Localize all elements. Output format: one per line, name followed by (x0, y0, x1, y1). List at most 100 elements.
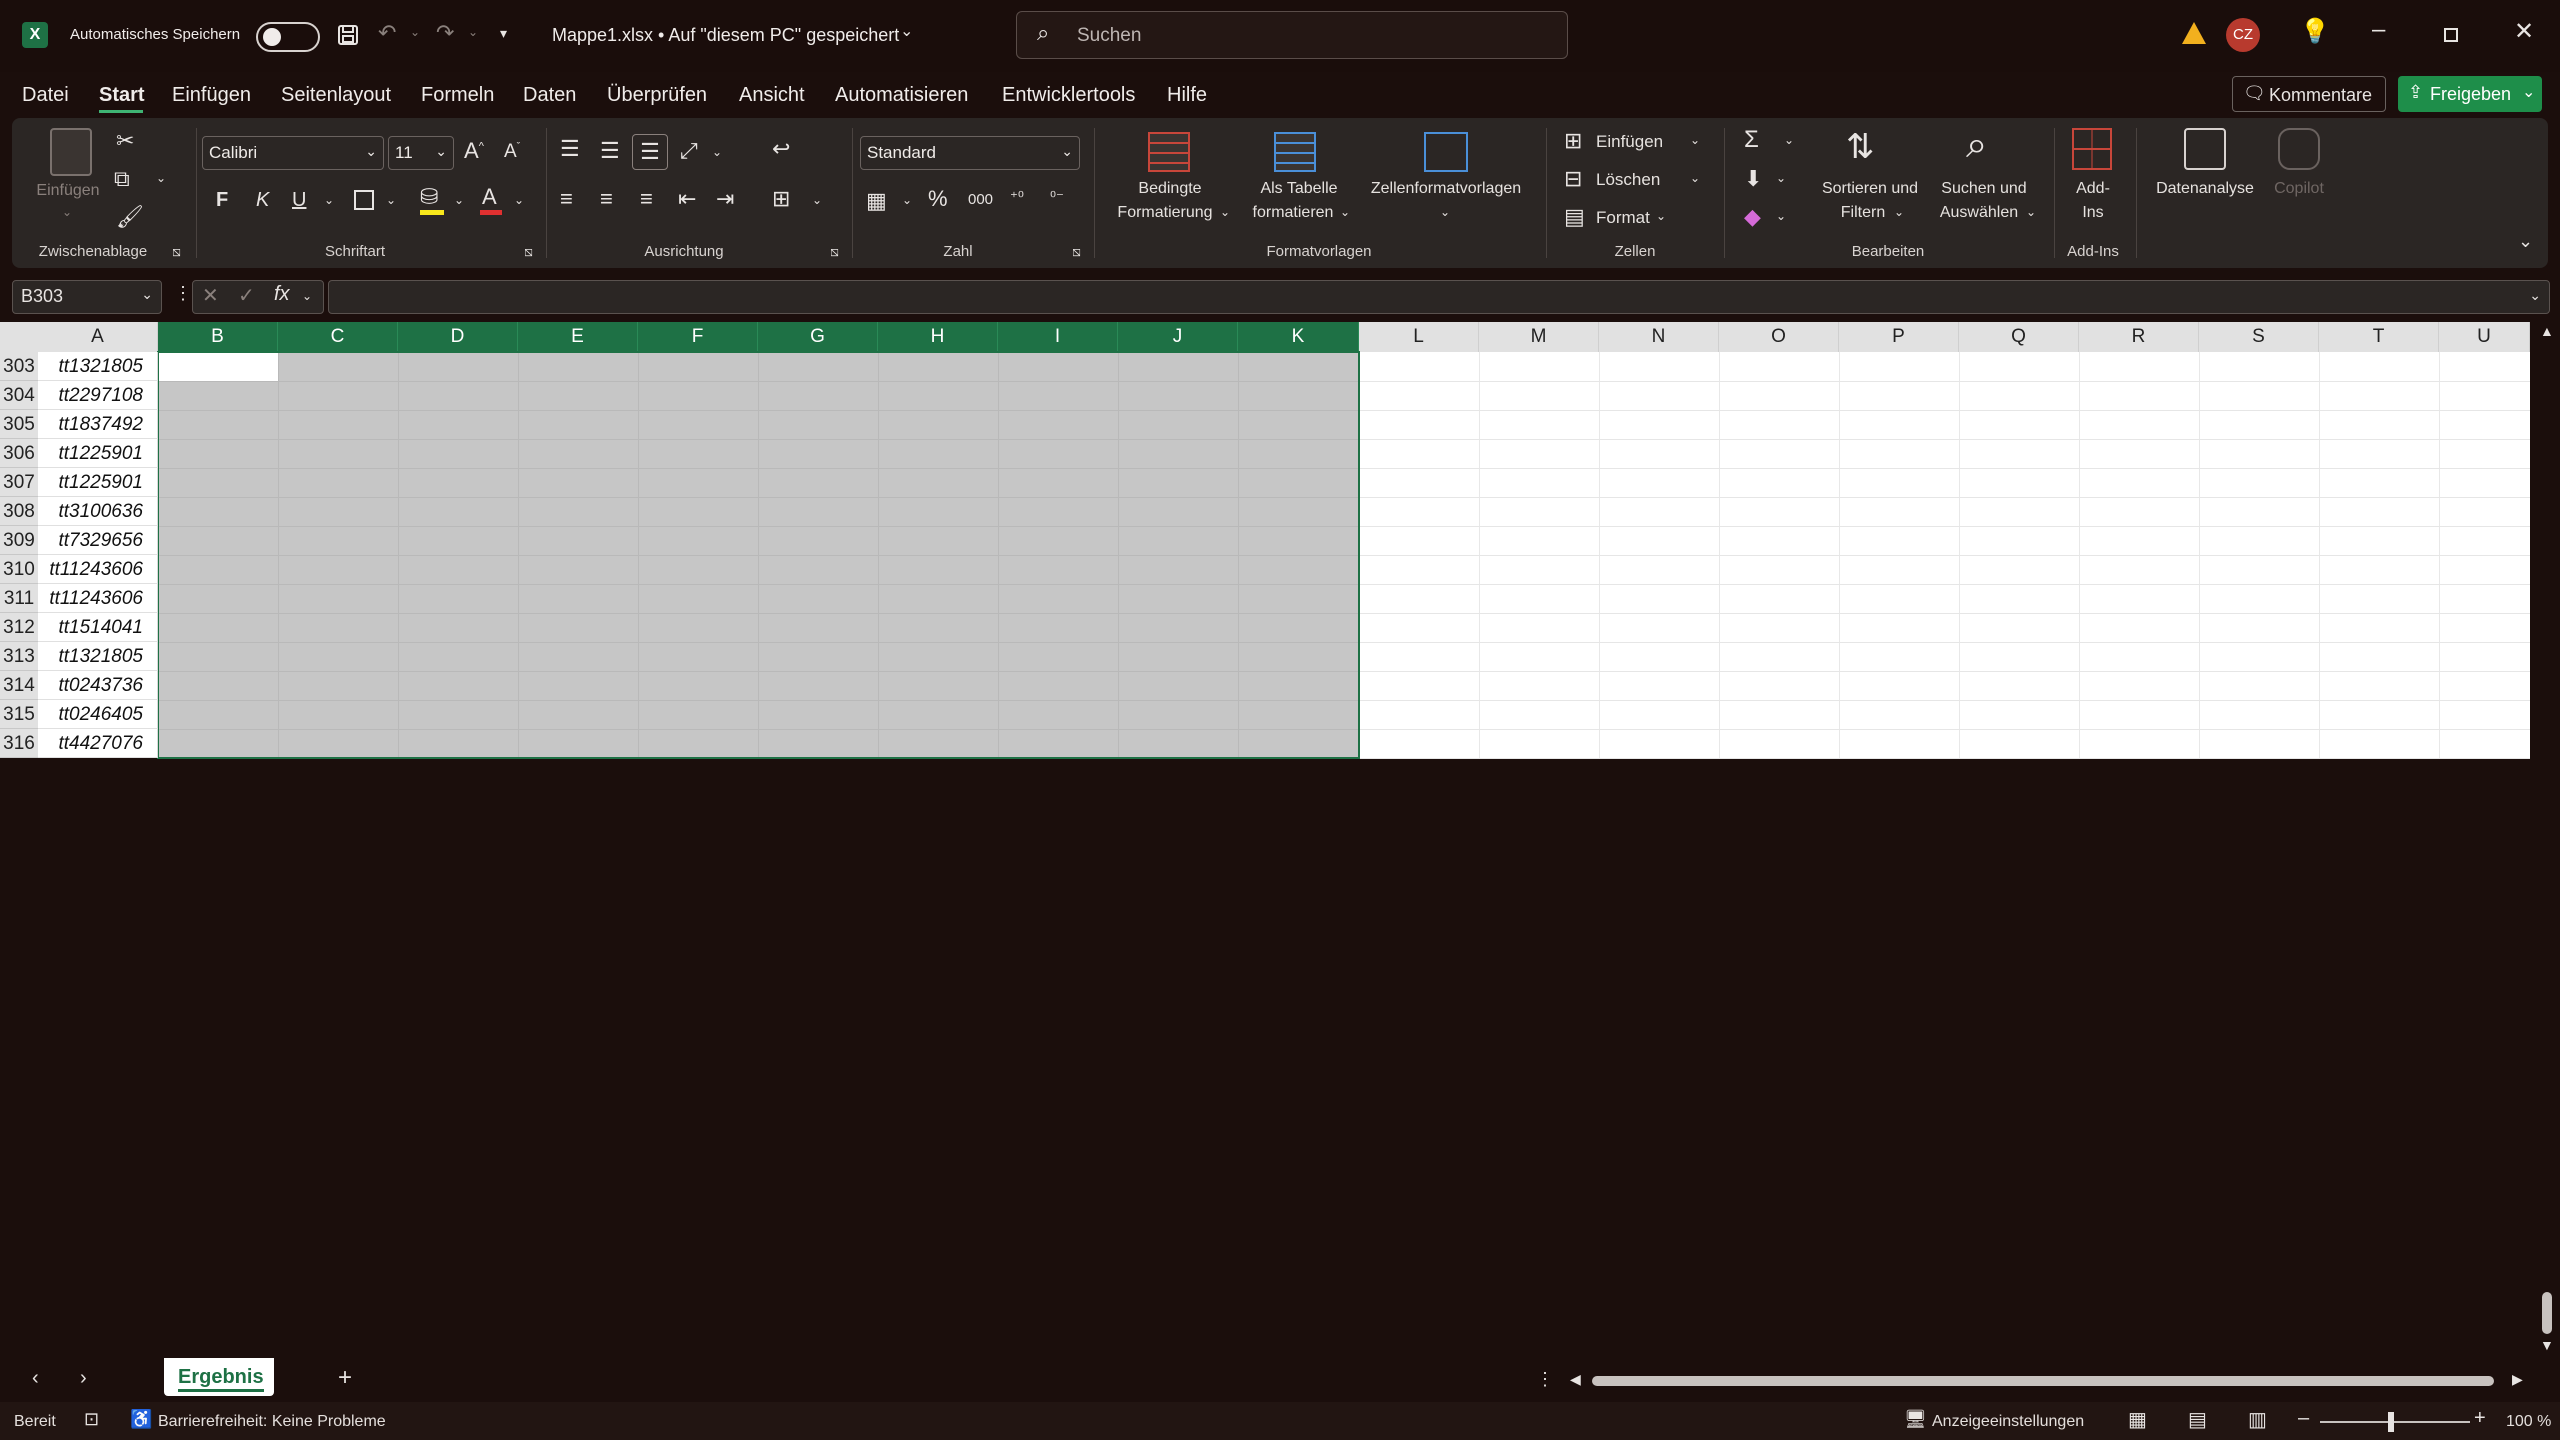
font-color-dropdown-icon[interactable]: ⌄ (514, 194, 524, 206)
scroll-up-icon[interactable]: ▲ (2540, 324, 2554, 338)
conditional-formatting-label-1[interactable]: Bedingte (1100, 180, 1240, 198)
undo-icon[interactable]: ↶ (378, 22, 396, 44)
italic-button[interactable]: K (256, 190, 269, 210)
accessibility-icon[interactable]: ♿ (130, 1410, 152, 1428)
row-header[interactable]: 314 (0, 671, 38, 700)
row-header[interactable]: 311 (0, 584, 38, 613)
addins-label-2[interactable]: Ins (2062, 204, 2124, 222)
restore-icon[interactable] (2444, 28, 2458, 42)
find-select-chevron-icon[interactable]: ⌄ (2026, 206, 2036, 218)
format-as-table-chevron-icon[interactable]: ⌄ (1340, 206, 1350, 218)
column-header-d[interactable]: D (398, 322, 518, 352)
underline-dropdown-icon[interactable]: ⌄ (324, 194, 334, 206)
row-header[interactable]: 303 (0, 352, 38, 381)
clipboard-launcher-icon[interactable]: ⧅ (172, 244, 181, 258)
scroll-right-icon[interactable]: ▶ (2512, 1372, 2523, 1386)
thousands-separator-icon[interactable]: 000 (968, 192, 993, 207)
share-button[interactable]: ⇪ Freigeben ⌄ (2398, 76, 2542, 112)
row-header[interactable]: 312 (0, 613, 38, 642)
addins-label-1[interactable]: Add- (2062, 180, 2124, 198)
lightbulb-icon[interactable]: 💡 (2300, 20, 2330, 44)
column-header-o[interactable]: O (1719, 322, 1839, 352)
column-header-q[interactable]: Q (1959, 322, 2079, 352)
cell-a[interactable]: tt11243606 (38, 555, 158, 584)
collapse-ribbon-icon[interactable]: ⌄ (2518, 232, 2533, 250)
align-right-icon[interactable]: ≡ (640, 188, 653, 210)
shrink-font-icon[interactable]: Aˇ (504, 142, 520, 161)
cell-styles-label[interactable]: Zellenformatvorlagen (1360, 180, 1532, 198)
accounting-format-icon[interactable]: ▦ (866, 190, 887, 212)
row-header[interactable]: 306 (0, 439, 38, 468)
format-cells-label[interactable]: Format (1596, 208, 1650, 228)
display-settings-label[interactable]: Anzeigeeinstellungen (1932, 1413, 2084, 1431)
fill-color-dropdown-icon[interactable]: ⌄ (454, 194, 464, 206)
insert-cells-chevron-icon[interactable]: ⌄ (1690, 134, 1700, 146)
cell-a[interactable]: tt3100636 (38, 497, 158, 526)
delete-cells-label[interactable]: Löschen (1596, 170, 1660, 190)
tab-ueberpruefen[interactable]: Überprüfen (607, 84, 707, 107)
cell-styles-icon[interactable] (1424, 132, 1468, 172)
delete-cells-chevron-icon[interactable]: ⌄ (1690, 172, 1700, 184)
sheet-options-icon[interactable]: ⋮ (1536, 1370, 1554, 1388)
next-sheet-icon[interactable]: › (80, 1368, 87, 1388)
orientation-icon[interactable]: ⤢ (680, 140, 698, 162)
normal-view-icon[interactable]: ▦ (2128, 1410, 2147, 1430)
row-header[interactable]: 305 (0, 410, 38, 439)
format-cells-icon[interactable]: ▤ (1564, 206, 1585, 228)
tab-daten[interactable]: Daten (523, 84, 576, 107)
fx-dropdown-icon[interactable]: ⌄ (302, 290, 312, 302)
column-header-k[interactable]: K (1238, 322, 1359, 352)
autosave-toggle[interactable] (256, 22, 320, 52)
sort-filter-chevron-icon[interactable]: ⌄ (1894, 206, 1904, 218)
tab-formeln[interactable]: Formeln (421, 84, 494, 107)
conditional-formatting-icon[interactable] (1148, 132, 1190, 172)
formula-bar-options-icon[interactable]: ⋮ (174, 284, 192, 302)
borders-dropdown-icon[interactable]: ⌄ (386, 194, 396, 206)
underline-button[interactable]: U (292, 190, 306, 210)
align-middle-icon[interactable]: ☰ (600, 140, 620, 162)
tab-ansicht[interactable]: Ansicht (739, 84, 805, 107)
fill-color-icon[interactable]: ⛁ (420, 186, 438, 208)
horizontal-scroll-thumb[interactable] (1592, 1376, 2494, 1386)
merge-center-icon[interactable]: ⊞ (772, 188, 790, 210)
column-header-c[interactable]: C (278, 322, 398, 352)
format-painter-icon[interactable]: 🖌 (116, 206, 144, 228)
cell-a[interactable]: tt7329656 (38, 526, 158, 555)
column-header-r[interactable]: R (2079, 322, 2199, 352)
confirm-entry-icon[interactable]: ✓ (238, 286, 255, 306)
wrap-text-icon[interactable]: ↩ (772, 138, 790, 160)
tab-hilfe[interactable]: Hilfe (1167, 84, 1207, 107)
tab-seitenlayout[interactable]: Seitenlayout (281, 84, 391, 107)
tab-entwicklertools[interactable]: Entwicklertools (1002, 84, 1135, 107)
search-box[interactable]: ⌕ Suchen (1016, 11, 1568, 59)
autosum-icon[interactable]: Σ (1744, 128, 1759, 152)
previous-sheet-icon[interactable]: ‹ (32, 1368, 39, 1388)
alignment-launcher-icon[interactable]: ⧅ (830, 244, 839, 258)
expand-formula-bar-icon[interactable]: ⌄ (2529, 287, 2541, 304)
borders-icon[interactable] (354, 190, 374, 210)
page-layout-view-icon[interactable]: ▤ (2188, 1410, 2207, 1430)
conditional-formatting-label-2[interactable]: Formatierung (1100, 204, 1230, 222)
comments-button[interactable]: 🗨 Kommentare (2232, 76, 2386, 112)
clear-icon[interactable]: ◆ (1744, 206, 1761, 228)
format-as-table-icon[interactable] (1274, 132, 1316, 172)
scroll-down-icon[interactable]: ▼ (2540, 1338, 2554, 1352)
redo-dropdown-icon[interactable]: ⌄ (468, 26, 478, 38)
accounting-dropdown-icon[interactable]: ⌄ (902, 194, 912, 206)
addins-icon[interactable] (2072, 128, 2112, 170)
format-as-table-label-1[interactable]: Als Tabelle (1234, 180, 1364, 198)
zoom-slider-thumb[interactable] (2388, 1412, 2394, 1432)
cancel-entry-icon[interactable]: ✕ (202, 286, 219, 306)
column-header-m[interactable]: M (1479, 322, 1599, 352)
close-icon[interactable]: ✕ (2514, 20, 2534, 44)
sort-filter-icon[interactable]: ⇅ (1846, 130, 1875, 164)
vertical-scroll-thumb[interactable] (2542, 1292, 2552, 1334)
bold-button[interactable]: F (216, 190, 228, 210)
copy-icon[interactable]: ⧉ (114, 168, 130, 190)
font-launcher-icon[interactable]: ⧅ (524, 244, 533, 258)
column-header-p[interactable]: P (1839, 322, 1959, 352)
insert-function-button[interactable]: fx (274, 284, 290, 304)
column-header-b[interactable]: B (158, 322, 278, 352)
cell-a[interactable]: tt0243736 (38, 671, 158, 700)
grow-font-icon[interactable]: A^ (464, 140, 484, 162)
